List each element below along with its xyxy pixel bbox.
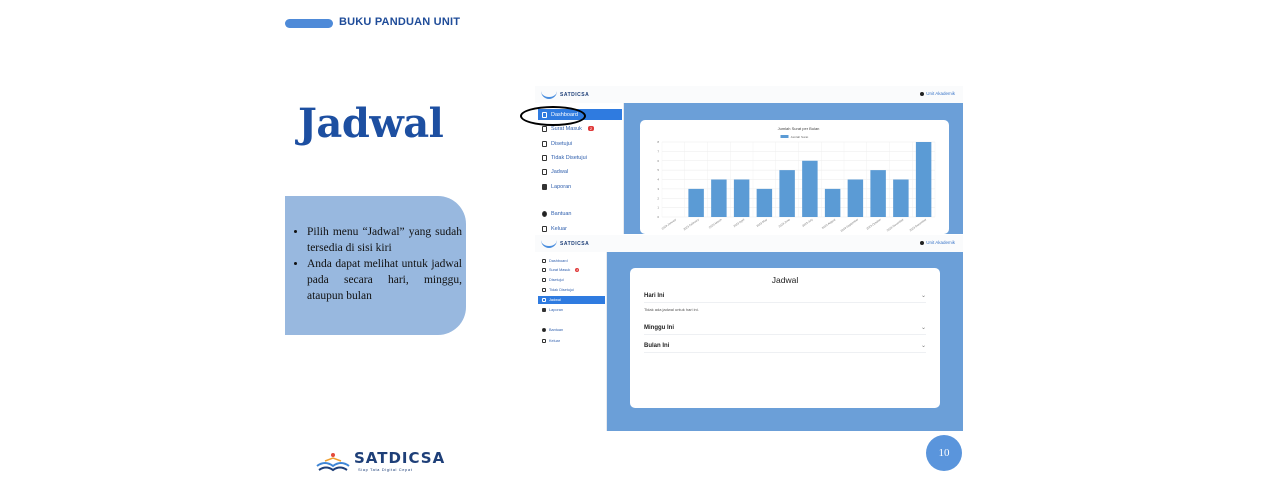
chart-bar — [870, 170, 886, 217]
x-tick-label: 2023-February — [682, 217, 700, 231]
mail-icon — [542, 125, 547, 132]
chart-bar — [915, 142, 932, 217]
x-tick-label: 2023-May — [755, 217, 768, 228]
logout-icon — [542, 225, 547, 232]
header-accent-bar — [285, 19, 333, 28]
file-check-icon — [542, 140, 547, 147]
schedule-title: Jadwal — [771, 275, 799, 285]
report-icon — [542, 308, 546, 312]
menu-laporan[interactable]: Laporan — [538, 306, 605, 314]
y-tick-label: 6 — [657, 159, 659, 163]
help-icon — [542, 328, 546, 332]
chart-bar — [802, 160, 818, 217]
report-icon — [542, 183, 547, 190]
chart-bar — [779, 170, 795, 217]
app-sidebar: Dashboard Surat Masuk 2 Disetujui Tidak D… — [535, 252, 607, 431]
bar-chart: Jumlah Surat per Bulan Jumlah Surat 0 1 2 3 4 5… — [657, 126, 936, 233]
dashboard-screenshot: SATDICSA Unit Akademik Dashboard Surat M… — [535, 86, 963, 234]
x-tick-label: 2023-January — [661, 217, 678, 230]
chart-bar — [893, 179, 909, 217]
menu-disetujui[interactable]: Disetujui — [538, 138, 622, 149]
chart-card: Jumlah Surat per Bulan Jumlah Surat 0 1 2 3 4 5… — [640, 120, 949, 234]
chart-bar — [824, 188, 841, 217]
menu-bantuan[interactable]: Bantuan — [538, 208, 622, 219]
chevron-down-icon: ⌄ — [920, 293, 926, 299]
x-tick-label: 2023-June — [778, 217, 791, 228]
chart-bar — [847, 179, 864, 217]
file-check-icon — [542, 278, 546, 282]
chart-bar — [756, 188, 773, 217]
y-tick-label: 3 — [657, 187, 659, 191]
x-tick-label: 2023-April — [732, 217, 745, 228]
page-number: 10 — [926, 435, 962, 471]
dashboard-icon — [542, 259, 546, 263]
highlight-oval — [520, 106, 586, 126]
logo-waves-icon — [316, 453, 350, 472]
accordion-body-text: Tidak ada jadwal untuk hari ini. — [644, 307, 699, 312]
user-menu[interactable]: Unit Akademik — [920, 240, 955, 245]
x-tick-label: 2023-December — [908, 218, 927, 233]
x-tick-label: 2023-October — [865, 218, 881, 231]
y-tick-label: 1 — [657, 206, 659, 210]
chart-bar — [733, 179, 750, 217]
calendar-icon — [542, 298, 546, 302]
brand-tagline: Siap Tata Digital Cepat — [358, 467, 413, 472]
menu-disetujui[interactable]: Disetujui — [538, 276, 605, 284]
legend-label: Jumlah Surat — [791, 135, 809, 139]
menu-keluar[interactable]: Keluar — [538, 223, 622, 234]
accordion-bulan-ini[interactable]: Bulan Ini ⌄ — [644, 339, 926, 353]
chevron-down-icon: ⌄ — [920, 325, 926, 331]
calendar-icon — [542, 168, 547, 175]
y-tick-label: 0 — [657, 215, 659, 219]
menu-tidak-disetujui[interactable]: Tidak Disetujui — [538, 152, 622, 163]
y-tick-label: 5 — [657, 168, 659, 172]
accordion-minggu-ini[interactable]: Minggu Ini ⌄ — [644, 321, 926, 335]
menu-surat-masuk[interactable]: Surat Masuk 2 — [538, 266, 605, 274]
menu-keluar[interactable]: Keluar — [538, 337, 605, 345]
help-icon — [542, 210, 547, 217]
y-tick-label: 4 — [657, 178, 659, 182]
menu-laporan[interactable]: Laporan — [538, 181, 622, 192]
page-title: Jadwal — [298, 100, 444, 147]
section-label: BUKU PANDUAN UNIT — [339, 16, 461, 28]
x-tick-label: 2023-August — [821, 217, 836, 230]
chart-bar — [711, 179, 727, 217]
schedule-screenshot: SATDICSA Unit Akademik Dashboard Surat M… — [535, 235, 963, 431]
x-tick-label: 2023-November — [886, 218, 905, 233]
user-icon — [920, 91, 925, 96]
user-icon — [920, 240, 925, 245]
menu-jadwal[interactable]: Jadwal — [538, 166, 622, 177]
menu-jadwal[interactable]: Jadwal — [538, 296, 605, 304]
brand-name: SATDICSA — [354, 449, 446, 467]
x-tick-label: 2023-March — [708, 217, 723, 229]
mail-icon — [542, 268, 546, 272]
menu-bantuan[interactable]: Bantuan — [538, 326, 605, 334]
x-tick-label: 2023-July — [801, 217, 814, 228]
menu-dashboard[interactable]: Dashboard — [538, 257, 605, 265]
instruction-box: Pilih menu “Jadwal” yang sudah tersedia … — [285, 196, 466, 335]
accordion-hari-ini[interactable]: Hari Ini ⌄ — [644, 289, 926, 303]
chart-bar — [688, 188, 704, 217]
menu-tidak-disetujui[interactable]: Tidak Disetujui — [538, 286, 605, 294]
app-topbar: SATDICSA Unit Akademik — [535, 86, 963, 104]
user-menu[interactable]: Unit Akademik — [920, 91, 955, 96]
brand-logo: SATDICSA Siap Tata Digital Cepat — [316, 444, 444, 474]
x-tick-label: 2023-September — [840, 218, 859, 233]
instruction-item: Anda dapat melihat untuk jadwal pada sec… — [307, 256, 462, 304]
app-topbar: SATDICSA Unit Akademik — [535, 235, 963, 253]
logout-icon — [542, 339, 546, 343]
schedule-card: Jadwal Hari Ini ⌄ Tidak ada jadwal untuk … — [630, 268, 940, 408]
y-tick-label: 2 — [657, 196, 659, 200]
chevron-down-icon: ⌄ — [920, 343, 926, 349]
app-logo: SATDICSA — [541, 239, 589, 248]
file-x-icon — [542, 154, 547, 161]
y-tick-label: 8 — [657, 140, 659, 144]
legend-swatch — [780, 135, 789, 138]
chart-title: Jumlah Surat per Bulan — [778, 126, 820, 131]
y-tick-label: 7 — [657, 149, 659, 153]
instruction-item: Pilih menu “Jadwal” yang sudah tersedia … — [307, 224, 462, 256]
app-logo: SATDICSA — [541, 90, 589, 99]
file-x-icon — [542, 288, 546, 292]
